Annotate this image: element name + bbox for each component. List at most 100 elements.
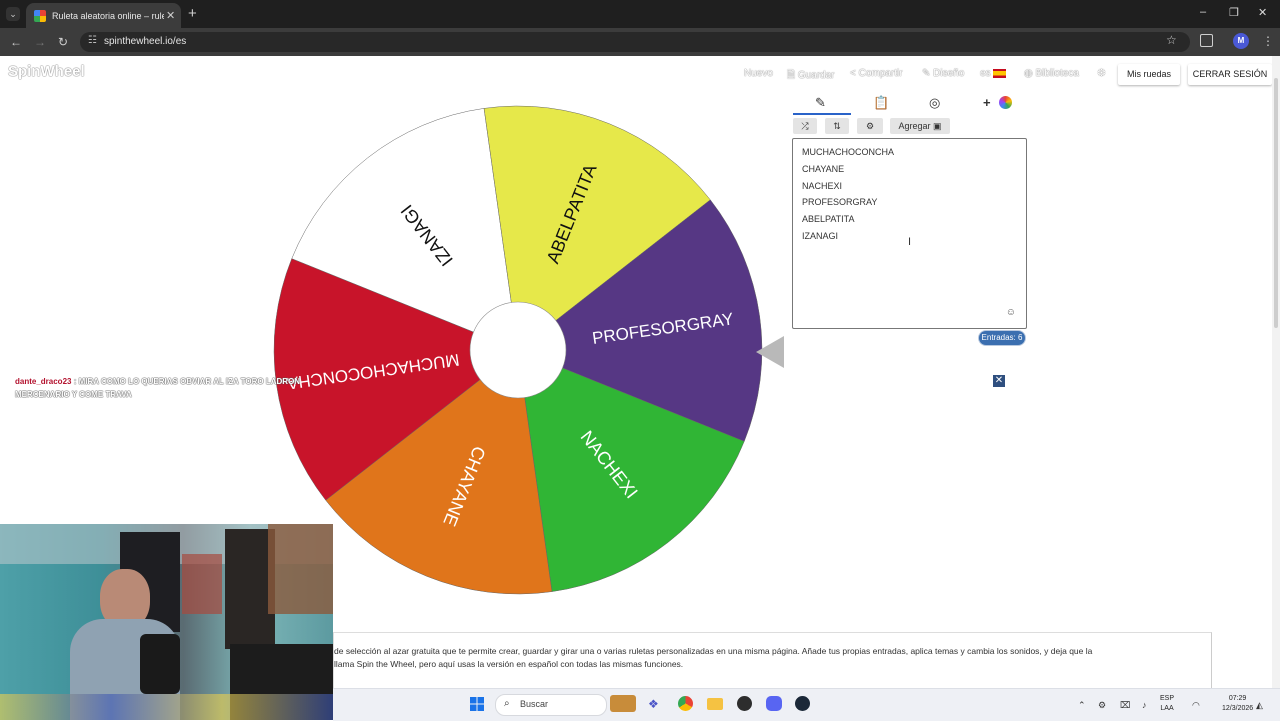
wheel-pointer xyxy=(756,336,784,368)
bookmark-star-icon[interactable]: ☆ xyxy=(1166,33,1177,47)
description-line: llama Spin the Wheel, pero aquí usas la … xyxy=(334,659,684,669)
sort-icon: ⇅ xyxy=(833,121,841,131)
entries-count-badge: Entradas: 6 xyxy=(979,331,1025,345)
shuffle-button[interactable]: ⤮ xyxy=(793,118,817,134)
description-line: de selección al azar gratuita que te per… xyxy=(334,646,1093,656)
scroll-thumb[interactable] xyxy=(1274,78,1278,328)
edit-entries-icon[interactable]: ✎ xyxy=(815,95,826,111)
notification-bell-icon[interactable]: ◭ xyxy=(1256,700,1263,711)
gear-icon: ⚙ xyxy=(865,121,875,131)
browser-tab[interactable]: Ruleta aleatoria online – ruleta ✕ xyxy=(26,3,181,28)
tab-list-chevron-icon[interactable]: ⌄ xyxy=(6,7,20,21)
clipboard-icon[interactable]: 📋 xyxy=(873,95,889,111)
my-wheels-button[interactable]: Mis ruedas xyxy=(1118,64,1180,85)
wifi-icon[interactable]: ◠ xyxy=(1192,700,1200,711)
menu-share-label: Compartir xyxy=(858,68,903,79)
logout-button[interactable]: CERRAR SESIÓN xyxy=(1188,64,1272,85)
forward-icon[interactable]: → xyxy=(34,35,46,49)
editor-toolbar: ✎ 📋 ◎ + xyxy=(793,92,1028,115)
app-logo[interactable]: SpinWheel xyxy=(8,63,85,80)
hide-eye-icon[interactable]: ◎ xyxy=(929,95,940,111)
menu-share[interactable]: < Compartir xyxy=(850,68,903,79)
entry-line: ABELPATITA xyxy=(802,214,855,224)
discord-icon[interactable] xyxy=(766,696,782,711)
pencil-icon: ✎ xyxy=(922,68,931,79)
search-icon: ⌕ xyxy=(504,698,510,709)
reload-icon[interactable]: ↻ xyxy=(58,35,68,49)
minimize-icon[interactable]: – xyxy=(1200,6,1206,18)
add-color-icon[interactable]: + xyxy=(983,95,991,110)
taskbar-search[interactable]: ⌕ Buscar xyxy=(495,694,607,716)
spain-flag-icon xyxy=(993,68,1007,78)
menu-save-label: Guardar xyxy=(797,70,835,81)
entry-line: CHAYANE xyxy=(802,164,845,174)
share-icon: < xyxy=(850,68,856,79)
date: 12/3/2026 xyxy=(1222,705,1254,712)
chrome-icon[interactable] xyxy=(678,696,693,711)
tab-title: Ruleta aleatoria online – ruleta xyxy=(52,10,164,21)
obs-icon[interactable] xyxy=(737,696,752,711)
image-icon: ▣ xyxy=(933,121,942,131)
tray-chevron-icon[interactable]: ⌃ xyxy=(1078,700,1086,711)
lang-bottom: LAA xyxy=(1160,705,1174,712)
text-cursor-icon: I xyxy=(908,236,912,248)
webcam-overlay xyxy=(0,524,333,720)
entry-line: IZANAGI xyxy=(802,231,839,241)
windows-start-icon[interactable] xyxy=(470,697,484,711)
browser-menu-icon[interactable]: ⋮ xyxy=(1262,34,1274,48)
url-text: spinthewheel.io/es xyxy=(104,36,187,47)
settings-button[interactable]: ⚙ xyxy=(857,118,883,134)
address-bar[interactable]: ☷ spinthewheel.io/es xyxy=(80,32,1190,52)
mic-icon[interactable]: ♪ xyxy=(1142,700,1147,710)
window-close-icon[interactable]: ✕ xyxy=(1258,6,1267,19)
language-indicator[interactable]: ESP LAA xyxy=(1160,694,1174,714)
tab-close-icon[interactable]: ✕ xyxy=(166,9,175,22)
site-info-icon[interactable]: ☷ xyxy=(88,35,97,46)
menu-design-label: Diseño xyxy=(933,68,965,79)
active-tab-indicator xyxy=(793,113,851,115)
add-image-label: Agregar xyxy=(898,121,931,131)
menu-save[interactable]: 🗎 Guardar xyxy=(787,68,835,85)
file-explorer-icon[interactable] xyxy=(707,698,723,710)
browser-tab-bar: ⌄ Ruleta aleatoria online – ruleta ✕ + –… xyxy=(0,0,1280,28)
tray-app-icon[interactable]: ⚙ xyxy=(1098,700,1106,711)
browser-nav-bar: ← → ↻ ☷ spinthewheel.io/es ☆ M ⋮ xyxy=(0,28,1280,56)
sort-button[interactable]: ⇅ xyxy=(825,118,849,134)
spin-wheel[interactable]: PROFESORGRAYNACHEXICHAYANEMUCHACHOCONCHA… xyxy=(270,102,766,598)
chat-overlay: dante_draco23 : MIRA COMO LO QUERIAS OBV… xyxy=(15,375,345,401)
entry-line: PROFESORGRAY xyxy=(802,197,878,207)
description-text: de selección al azar gratuita que te per… xyxy=(334,645,1194,671)
entry-line: MUCHACHOCONCHA xyxy=(802,147,894,157)
entries-textarea[interactable]: MUCHACHOCONCHA CHAYANE NACHEXI PROFESORG… xyxy=(792,138,1027,329)
menu-library[interactable]: ◍ Biblioteca xyxy=(1024,68,1079,79)
menu-new[interactable]: Nuevo xyxy=(744,68,773,79)
color-wheel-icon[interactable] xyxy=(999,96,1012,109)
shuffle-icon: ⤮ xyxy=(801,121,809,131)
language-label: es xyxy=(980,68,991,79)
emoji-icon[interactable]: ☺ xyxy=(1006,307,1016,318)
add-image-button[interactable]: Agregar ▣ xyxy=(890,118,950,134)
close-icon[interactable]: ✕ xyxy=(993,375,1005,387)
profile-avatar[interactable]: M xyxy=(1233,33,1249,49)
extensions-icon[interactable] xyxy=(1200,34,1213,47)
task-view-icon[interactable]: ❖ xyxy=(648,697,659,711)
globe-icon: ◍ xyxy=(1024,68,1033,79)
lang-top: ESP xyxy=(1160,695,1175,702)
search-placeholder: Buscar xyxy=(520,699,549,709)
back-icon[interactable]: ← xyxy=(10,35,22,49)
page-scrollbar[interactable] xyxy=(1272,56,1280,688)
save-icon: 🗎 xyxy=(787,70,796,81)
menu-library-label: Biblioteca xyxy=(1035,68,1079,79)
chat-username: dante_draco23 xyxy=(15,377,72,386)
settings-icon[interactable]: ⚙ xyxy=(1097,68,1106,79)
restore-icon[interactable]: ❐ xyxy=(1229,6,1239,19)
menu-design[interactable]: ✎ Diseño xyxy=(922,68,964,79)
new-tab-icon[interactable]: + xyxy=(188,5,197,22)
wheel-center[interactable] xyxy=(469,301,567,399)
description-panel: de selección al azar gratuita que te per… xyxy=(333,632,1212,690)
steam-icon[interactable] xyxy=(795,696,810,711)
clock[interactable]: 07:29 12/3/2026 xyxy=(1222,694,1253,714)
game-app-icon[interactable] xyxy=(610,695,636,712)
network-icon[interactable]: ⌧ xyxy=(1120,700,1130,711)
menu-language[interactable]: es xyxy=(980,68,1007,79)
